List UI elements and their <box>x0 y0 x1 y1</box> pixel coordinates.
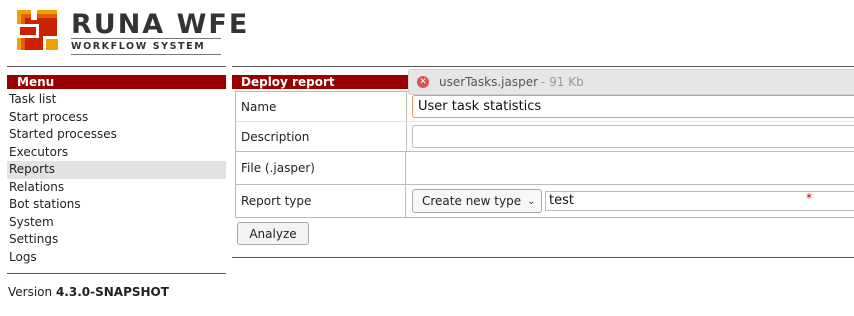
sidebar-item-settings[interactable]: Settings <box>7 231 226 249</box>
file-label: File (.jasper) <box>236 152 406 184</box>
sidebar-item-start-process[interactable]: Start process <box>7 109 226 127</box>
file-row: File (.jasper) ✕ userTasks.jasper - 91 K… <box>236 69 854 185</box>
version-number: 4.3.0-SNAPSHOT <box>55 285 169 299</box>
sidebar-item-executors[interactable]: Executors <box>7 144 226 162</box>
file-name: userTasks.jasper <box>439 75 539 89</box>
report-type-select[interactable]: Create new type ⌄ <box>412 189 542 213</box>
sidebar-item-started-processes[interactable]: Started processes <box>7 126 226 144</box>
runa-wfe-logo: RUNA WFE WORKFLOW SYSTEM <box>17 10 247 55</box>
sidebar-item-logs[interactable]: Logs <box>7 249 226 267</box>
main-bottom-rule <box>232 257 854 258</box>
menu-header: Menu <box>7 75 226 89</box>
analyze-button[interactable]: Analyze <box>237 222 309 245</box>
name-input[interactable]: User task statistics <box>412 95 854 118</box>
version-info: Version 4.3.0-SNAPSHOT <box>7 285 226 299</box>
sidebar-item-system[interactable]: System <box>7 214 226 232</box>
name-description-rows: Name User task statistics Description <box>236 92 854 152</box>
sidebar-bottom-rule <box>7 273 226 274</box>
sidebar-item-task-list[interactable]: Task list <box>7 91 226 109</box>
row-separator <box>236 121 854 122</box>
sidebar-item-bot-stations[interactable]: Bot stations <box>7 196 226 214</box>
description-label: Description <box>241 130 310 144</box>
required-mark: * <box>806 191 812 205</box>
description-input[interactable] <box>412 125 854 148</box>
report-type-row: Report type Create new type ⌄ test * <box>236 185 854 218</box>
logo-subtitle: WORKFLOW SYSTEM <box>71 38 222 55</box>
logo-mark-icon <box>17 10 61 53</box>
sidebar-top-rule <box>7 66 226 75</box>
chevron-down-icon: ⌄ <box>527 195 536 207</box>
menu-list: Task list Start process Started processe… <box>7 91 226 266</box>
sidebar-item-reports[interactable]: Reports <box>7 161 226 179</box>
sidebar-item-relations[interactable]: Relations <box>7 179 226 197</box>
file-size: - 91 Kb <box>541 75 584 89</box>
file-field: ✕ userTasks.jasper - 91 Kb <box>406 69 854 184</box>
deploy-report-form: Name User task statistics Description Fi… <box>235 69 854 218</box>
report-type-select-value: Create new type <box>422 194 522 208</box>
main-panel: Deploy report Name User task statistics … <box>232 66 854 258</box>
sidebar: Menu Task list Start process Started pro… <box>7 66 226 299</box>
name-label: Name <box>241 100 277 114</box>
version-prefix: Version <box>8 285 56 299</box>
remove-circle-icon[interactable]: ✕ <box>417 76 429 88</box>
report-type-label: Report type <box>236 185 406 217</box>
logo-title: RUNA WFE <box>71 9 250 40</box>
file-box: ✕ userTasks.jasper - 91 Kb <box>408 69 854 95</box>
